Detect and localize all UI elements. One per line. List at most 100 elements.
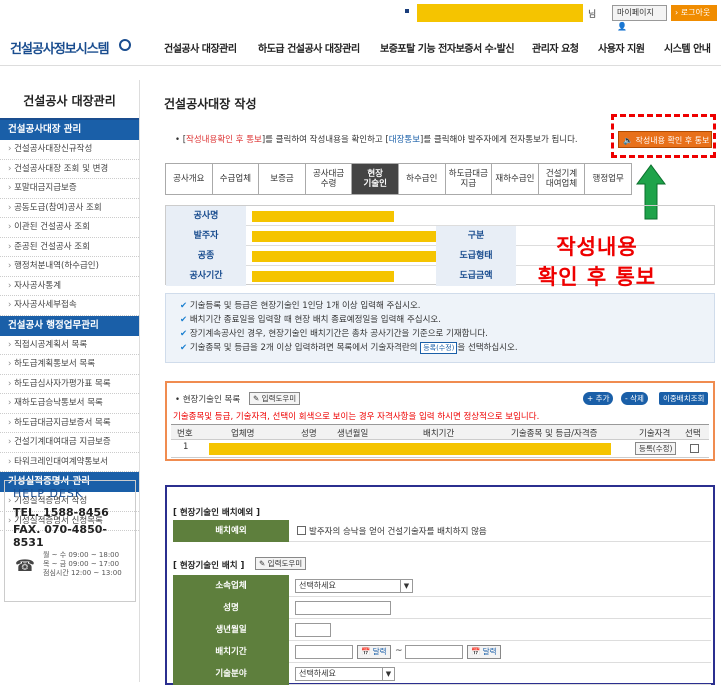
site-logo[interactable]: 건설공사정보시스템 xyxy=(10,38,110,57)
tab-overview[interactable]: 공사개요 xyxy=(166,164,213,194)
help-desk-title: HELP DESK xyxy=(13,487,84,500)
user-name-redacted xyxy=(417,4,583,22)
mypage-button[interactable]: 마이페이지 👤 xyxy=(612,5,667,31)
gnb-item-subcontract-ledger[interactable]: 하도급 건설공사 대장관리 xyxy=(258,40,360,55)
label-name: 성명 xyxy=(173,597,289,619)
guide-line: 기술등록 및 등급은 현장기술인 1인당 1개 이상 입력해 주십시오. xyxy=(180,299,714,313)
sidebar-item[interactable]: 직접시공계획서 목록 xyxy=(0,336,139,355)
sidebar-item[interactable]: 자사공사세부접속 xyxy=(0,296,139,316)
birth-input[interactable] xyxy=(295,623,331,637)
sidebar-item[interactable]: 공동도급(참여)공사 조회 xyxy=(0,199,139,218)
sidebar-item[interactable]: 하도급심사자가평가표 목록 xyxy=(0,375,139,394)
period-redacted xyxy=(252,271,394,282)
label-exclusion: 배치예외 xyxy=(173,520,289,542)
period-start-input[interactable] xyxy=(295,645,353,659)
register-tag: 등록(수정) xyxy=(420,342,458,354)
label-project-name: 공사명 xyxy=(166,206,246,226)
sidebar-item[interactable]: 건설기계대여대금 지급보증 xyxy=(0,433,139,453)
form-helper-button[interactable]: ✎ 입력도우미 xyxy=(255,557,307,570)
help-desk-hours: 월 ~ 수 09:00 ~ 18:00 목 ~ 금 09:00 ~ 17:00 … xyxy=(43,551,122,577)
user-suffix: 님 xyxy=(588,10,597,20)
guide-line: 배치기간 종료일을 입력할 때 현장 배치 종료예정일을 입력해 주십시오. xyxy=(180,313,714,327)
global-nav: 건설공사정보시스템 건설공사 대장관리 하도급 건설공사 대장관리 보증포탈 기… xyxy=(0,26,721,66)
phone-icon: ☎ xyxy=(15,556,35,575)
tab-re-subcontractor[interactable]: 재하수급인 xyxy=(492,164,539,194)
help-desk-fax: FAX. 070-4850-8531 xyxy=(13,523,107,549)
name-input[interactable] xyxy=(295,601,391,615)
label-work-type: 공종 xyxy=(166,246,246,266)
project-name-redacted xyxy=(252,211,394,222)
exclusion-row: 배치예외 발주자의 승낙을 얻어 건설기술자를 배치하지 않음 xyxy=(173,520,711,542)
client-redacted xyxy=(252,231,436,242)
tab-subcontractor[interactable]: 하수급인 xyxy=(398,164,446,194)
name-row: 성명 xyxy=(173,597,711,619)
sidebar-item[interactable]: 자사공사통계 xyxy=(0,277,139,296)
engineer-warning: 기술종목및 등급, 기술자격, 선택이 회색으로 보이는 경우 자격사항을 입력… xyxy=(173,412,540,422)
sidebar-item[interactable]: 건설공사대장 조회 및 변경 xyxy=(0,160,139,179)
tab-payment[interactable]: 공사대금 수령 xyxy=(305,164,353,194)
help-desk-tel: TEL. 1588-8456 xyxy=(13,506,109,519)
add-button[interactable]: + 추가 xyxy=(583,392,614,405)
delete-button[interactable]: - 삭제 xyxy=(621,392,648,405)
register-edit-button[interactable]: 등록(수정) xyxy=(635,442,677,455)
sidebar-item[interactable]: 건설공사대장신규작성 xyxy=(0,140,139,160)
sidebar-item[interactable]: 타워크레인대여계약통보서 xyxy=(0,453,139,472)
period-tilde: ~ xyxy=(395,646,403,656)
gnb-item-system-guide[interactable]: 시스템 안내 xyxy=(664,40,711,55)
ledger-tabs: 공사개요 수급업체 보증금 공사대금 수령 현장 기술인 하수급인 하도급대금 지급 … xyxy=(165,163,632,195)
confirm-notify-button[interactable]: 🔈 작성내용 확인 후 통보 xyxy=(618,131,712,148)
double-assignment-button[interactable]: 이중배치조회 xyxy=(659,392,709,405)
help-desk: HELP DESK TEL. 1588-8456 FAX. 070-4850-8… xyxy=(4,480,136,602)
logout-button[interactable]: › 로그아웃 xyxy=(671,5,717,21)
guide-box: 기술등록 및 등급은 현장기술인 1인당 1개 이상 입력해 주십시오. 배치기… xyxy=(165,293,715,363)
row-select-checkbox[interactable] xyxy=(690,444,699,453)
sidebar-title: 건설공사 대장관리 xyxy=(0,80,139,120)
period-row: 배치기간 📅 달력 ~ 📅 달력 xyxy=(173,641,711,663)
gnb-item-construction-ledger[interactable]: 건설공사 대장관리 xyxy=(164,40,237,55)
engineer-row-redacted xyxy=(209,443,611,455)
tab-contractor[interactable]: 수급업체 xyxy=(212,164,260,194)
label-category: 구분 xyxy=(436,226,516,246)
sidebar-item[interactable]: 포말대금지급보증 xyxy=(0,179,139,199)
gnb-item-admin-request[interactable]: 관리자 요청 xyxy=(532,40,579,55)
label-birth: 생년월일 xyxy=(173,619,289,641)
engineer-list-title: • 현장기술인 목록 xyxy=(175,395,241,405)
exclusion-checkbox[interactable] xyxy=(297,526,306,535)
label-contract-type: 도급형태 xyxy=(436,246,516,266)
engineer-list-panel: • 현장기술인 목록 ✎ 입력도우미 + 추가 - 삭제 이중배치조회 기술종목… xyxy=(165,381,715,461)
chevron-down-icon: ▼ xyxy=(400,580,412,592)
bullet-icon xyxy=(405,9,409,13)
gnb-item-guarantee-portal[interactable]: 보증포탈 기능 전자보증서 수·발신 xyxy=(380,40,515,55)
label-period-field: 배치기간 xyxy=(173,641,289,663)
sidebar-item[interactable]: 재하도급승낙통보서 목록 xyxy=(0,394,139,414)
sidebar-item[interactable]: 하도급계획통보서 목록 xyxy=(0,355,139,375)
sidebar-item[interactable]: 준공된 건설공사 조회 xyxy=(0,238,139,257)
calendar-end-button[interactable]: 📅 달력 xyxy=(467,645,501,659)
label-client: 발주자 xyxy=(166,226,246,246)
calendar-start-button[interactable]: 📅 달력 xyxy=(357,645,391,659)
top-bar: 님 마이페이지 👤 › 로그아웃 xyxy=(0,0,721,31)
guide-line: 장기계속공사인 경우, 현장기술인 배치기간은 총차 공사기간을 기준으로 기재… xyxy=(180,327,714,341)
tab-admin-work[interactable]: 행정업무 xyxy=(585,164,631,194)
sidebar-item[interactable]: 행정처분내역(하수급인) xyxy=(0,257,139,277)
section-exclusion: [ 현장기술인 배치예외 ] xyxy=(173,508,261,518)
tech-field-select[interactable]: 선택하세요 ▼ xyxy=(295,667,395,681)
company-row: 소속업체 선택하세요 ▼ xyxy=(173,575,711,597)
period-end-input[interactable] xyxy=(405,645,463,659)
tab-machine-rental[interactable]: 건설기계 대여업체 xyxy=(538,164,586,194)
input-helper-button[interactable]: ✎ 입력도우미 xyxy=(249,392,301,405)
gnb-item-user-support[interactable]: 사용자 지원 xyxy=(598,40,645,55)
tab-subcontract-payment[interactable]: 하도급대금 지급 xyxy=(445,164,493,194)
sidebar-section-admin[interactable]: 건설공사 행정업무관리 xyxy=(0,315,139,336)
tab-deposit[interactable]: 보증금 xyxy=(259,164,306,194)
section-assignment: [ 현장기술인 배치 ] xyxy=(173,561,245,571)
company-select[interactable]: 선택하세요 ▼ xyxy=(295,579,413,593)
sidebar-section-ledger[interactable]: 건설공사대장 관리 xyxy=(0,120,139,140)
tab-site-engineer[interactable]: 현장 기술인 xyxy=(352,164,399,194)
engineer-table-header: 번호 업체명 성명 생년월일 배치기간 기술종목 및 등급/자격증 기술자격 선… xyxy=(171,424,709,440)
work-type-redacted xyxy=(252,251,436,262)
sidebar-item[interactable]: 하도급대금지급보증서 목록 xyxy=(0,414,139,433)
table-row[interactable]: 1 등록(수정) xyxy=(171,440,709,458)
chevron-down-icon: ▼ xyxy=(382,668,394,680)
sidebar-item[interactable]: 이관된 건설공사 조회 xyxy=(0,218,139,238)
